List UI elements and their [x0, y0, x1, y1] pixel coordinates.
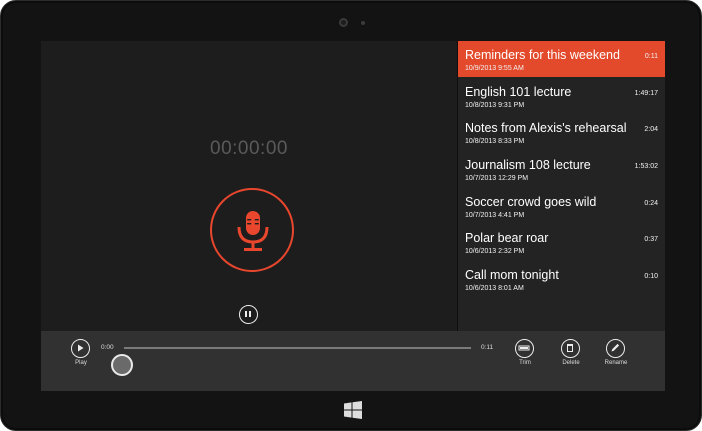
microphone-icon — [237, 211, 269, 251]
rename-circle — [606, 339, 625, 358]
recording-item[interactable]: Call mom tonight 10/6/2013 8:01 AM 0:10 — [458, 261, 665, 297]
recording-date: 10/7/2013 4:41 PM — [465, 212, 525, 219]
trim-circle — [515, 339, 534, 358]
delete-label: Delete — [562, 360, 580, 366]
app-bar: Play 0:00 0:11 Trim Delete Rename — [41, 331, 665, 391]
recording-item[interactable]: English 101 lecture 10/8/2013 9:31 PM 1:… — [458, 78, 665, 114]
windows-logo-icon[interactable] — [344, 401, 362, 419]
recording-date: 10/8/2013 9:31 PM — [465, 102, 525, 109]
elapsed-time: 0:00 — [101, 344, 114, 351]
recording-date: 10/8/2013 8:33 PM — [465, 138, 525, 145]
playback-thumb[interactable] — [111, 354, 133, 376]
record-timer: 00:00:00 — [210, 138, 288, 159]
recording-duration: 0:37 — [644, 236, 658, 243]
recording-duration: 2:04 — [644, 126, 658, 133]
trim-label: Trim — [519, 360, 531, 366]
recording-item[interactable]: Polar bear roar 10/6/2013 2:32 PM 0:37 — [458, 224, 665, 260]
camera-icon — [339, 18, 348, 27]
pencil-icon — [611, 343, 620, 352]
recording-title: Soccer crowd goes wild — [465, 195, 597, 209]
pause-icon — [245, 311, 247, 317]
recording-duration: 0:24 — [644, 200, 658, 207]
delete-circle — [561, 339, 580, 358]
recording-duration: 0:10 — [644, 273, 658, 280]
recording-date: 10/6/2013 8:01 AM — [465, 285, 524, 292]
trash-icon — [567, 344, 573, 352]
recording-title: Call mom tonight — [465, 268, 559, 282]
recording-duration: 1:49:17 — [634, 90, 658, 97]
tablet-device: 00:00:00 Reminders for this weekend 10/9… — [0, 0, 702, 431]
recording-title: Polar bear roar — [465, 231, 549, 245]
play-label: Play — [75, 360, 87, 366]
recording-date: 10/9/2013 9:55 AM — [465, 65, 524, 72]
recording-title: Notes from Alexis's rehearsal — [465, 121, 627, 135]
recording-item[interactable]: Soccer crowd goes wild 10/7/2013 4:41 PM… — [458, 188, 665, 224]
sensor-icon — [361, 21, 365, 25]
play-circle — [71, 339, 90, 358]
trim-icon — [518, 345, 530, 351]
recordings-list: Reminders for this weekend 10/9/2013 9:5… — [457, 41, 665, 331]
rename-label: Rename — [604, 360, 628, 366]
play-icon — [78, 344, 84, 352]
recording-title: Reminders for this weekend — [465, 48, 620, 62]
record-button[interactable] — [210, 188, 294, 272]
recording-item[interactable]: Reminders for this weekend 10/9/2013 9:5… — [458, 41, 665, 77]
pause-button[interactable] — [239, 305, 258, 324]
recorder-pane: 00:00:00 — [41, 41, 457, 331]
recording-item[interactable]: Notes from Alexis's rehearsal 10/8/2013 … — [458, 114, 665, 150]
recording-item[interactable]: Journalism 108 lecture 10/7/2013 12:29 P… — [458, 151, 665, 187]
recording-title: English 101 lecture — [465, 85, 572, 99]
total-time: 0:11 — [481, 344, 494, 351]
recording-date: 10/6/2013 2:32 PM — [465, 248, 525, 255]
recording-duration: 1:53:02 — [634, 163, 658, 170]
app-screen: 00:00:00 Reminders for this weekend 10/9… — [41, 41, 665, 391]
recording-date: 10/7/2013 12:29 PM — [465, 175, 529, 182]
playback-track[interactable] — [124, 347, 471, 349]
recording-duration: 0:11 — [644, 53, 658, 60]
pause-icon-bar — [249, 311, 251, 317]
recording-title: Journalism 108 lecture — [465, 158, 591, 172]
